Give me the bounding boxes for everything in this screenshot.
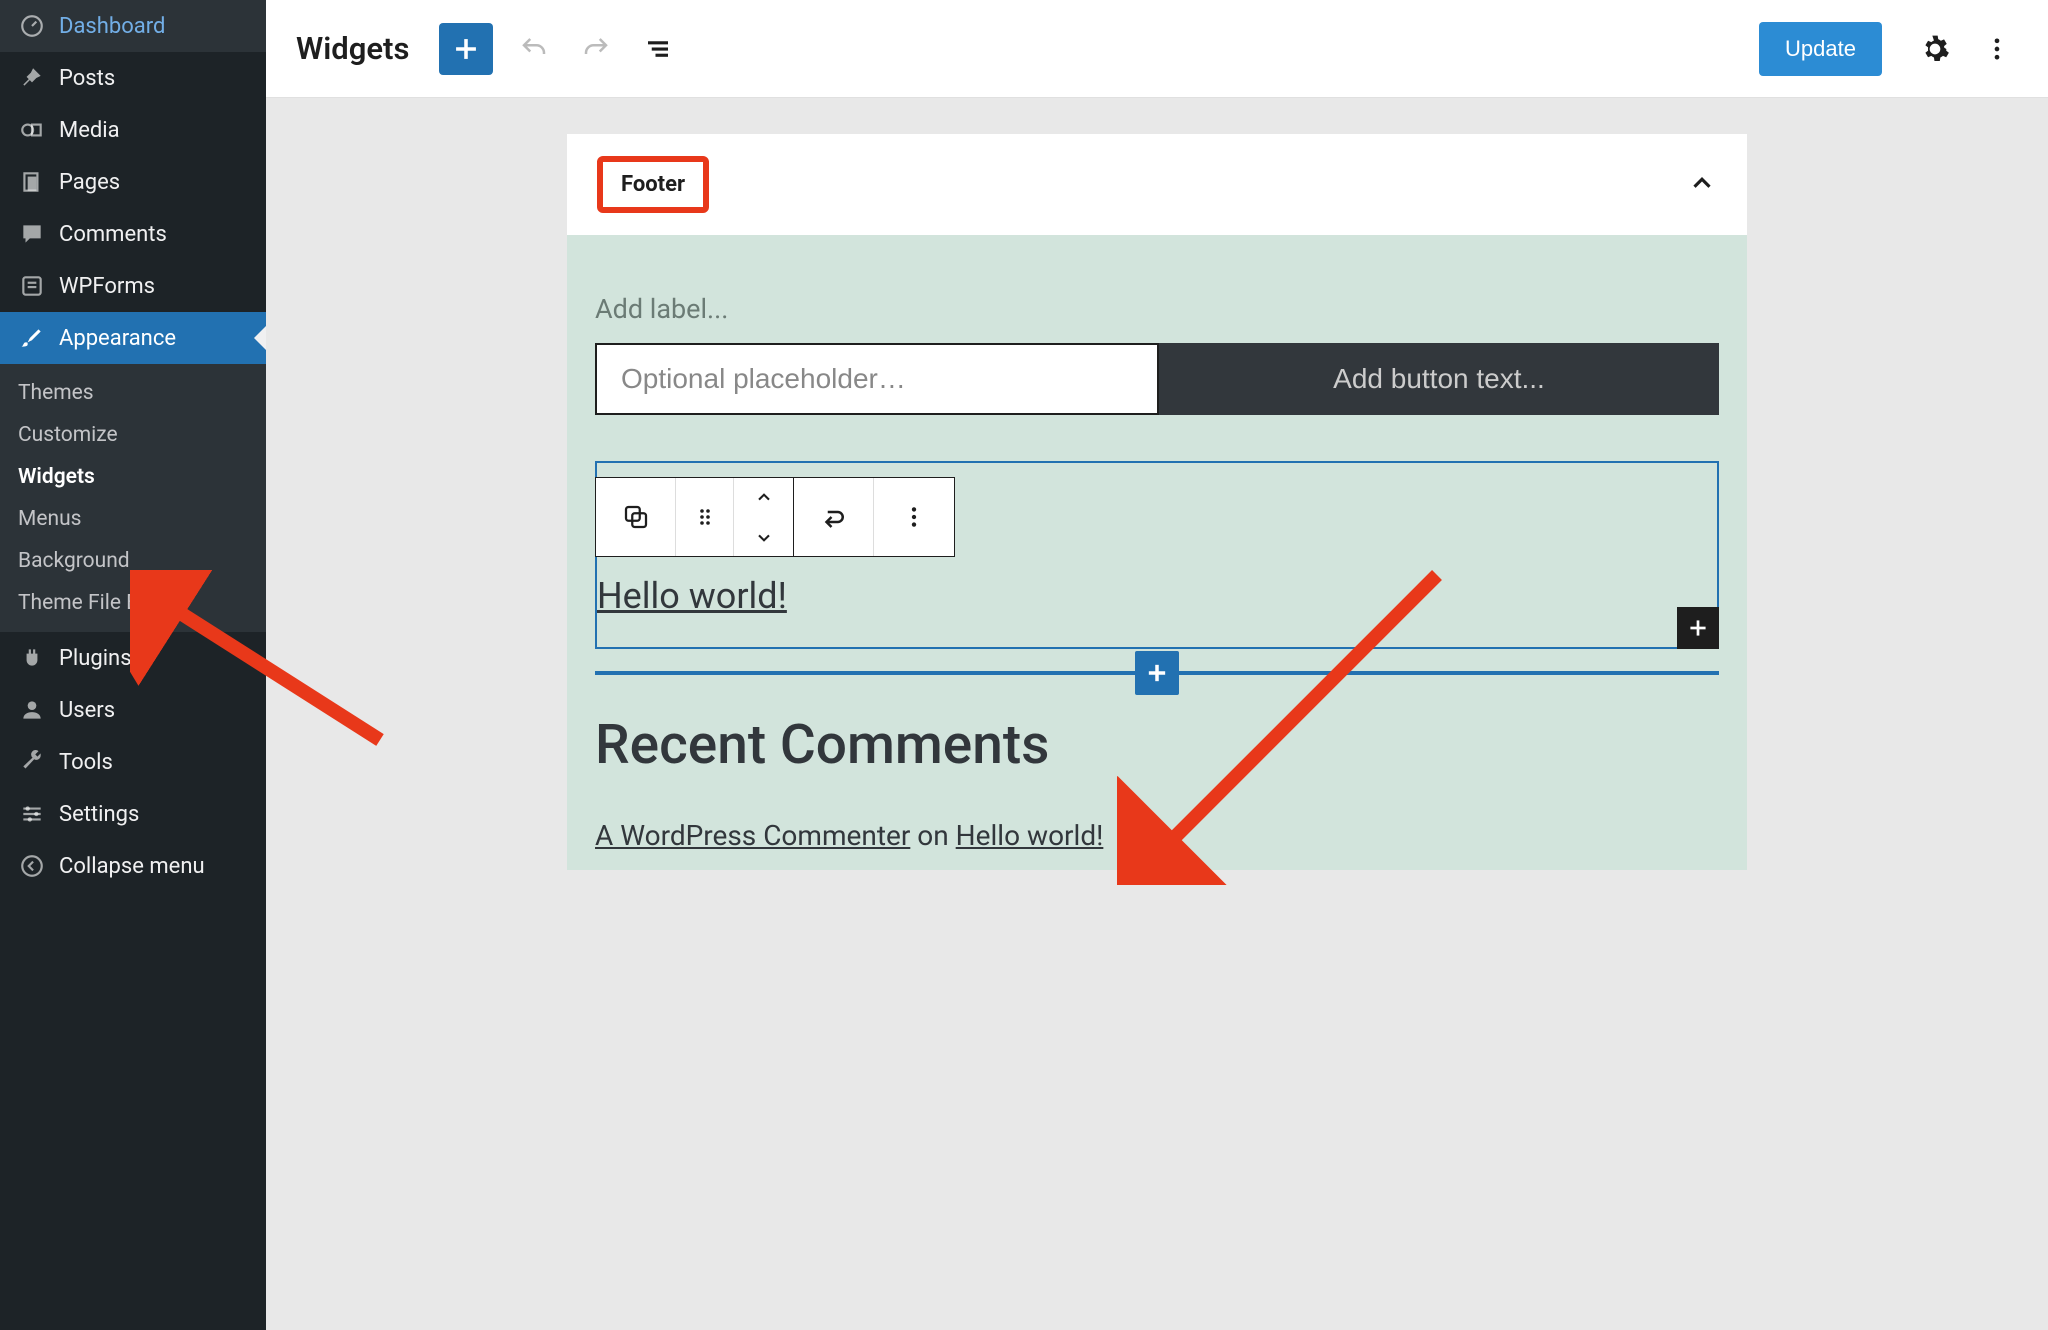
sidebar-item-label: Dashboard [59,14,165,39]
widget-area-body: Add label... Add button text... [567,235,1747,870]
settings-button[interactable] [1914,28,1956,70]
update-button[interactable]: Update [1759,22,1882,76]
editor-main: Widgets Update [266,0,2048,1330]
search-input[interactable] [595,343,1159,415]
comment-on-text: on [917,819,955,852]
editor-canvas: Footer Add label... Add button text... [266,98,2048,1330]
form-icon [18,272,46,300]
block-options-button[interactable] [874,478,954,556]
page-icon [18,168,46,196]
move-up-button[interactable] [734,478,793,517]
add-block-button[interactable] [439,23,493,75]
admin-sidebar: Dashboard Posts Media Pages Comments WPF… [0,0,266,1330]
recent-comments-block[interactable]: Recent Comments A WordPress Commenter on… [595,713,1719,852]
sidebar-item-collapse[interactable]: Collapse menu [0,840,266,892]
move-to-area-button[interactable] [794,478,874,556]
drag-handle-button[interactable] [676,478,734,556]
plug-icon [18,644,46,672]
sidebar-item-label: Posts [59,66,115,91]
sidebar-item-label: WPForms [59,274,155,299]
comment-post-link[interactable]: Hello world! [956,819,1104,852]
sidebar-item-tools[interactable]: Tools [0,736,266,788]
sidebar-item-label: Collapse menu [59,854,205,879]
sidebar-item-label: Pages [59,170,120,195]
sidebar-item-appearance[interactable]: Appearance [0,312,266,364]
subitem-themes[interactable]: Themes [0,372,266,414]
editor-topbar: Widgets Update [266,0,2048,98]
footer-highlight: Footer [597,156,709,213]
block-movers [734,478,794,556]
subitem-widgets[interactable]: Widgets [0,456,266,498]
recent-post-link[interactable]: Hello world! [597,575,787,617]
brush-icon [18,324,46,352]
list-view-button[interactable] [637,28,679,70]
subitem-menus[interactable]: Menus [0,498,266,540]
comment-author-link[interactable]: A WordPress Commenter [595,819,910,852]
sidebar-item-label: Users [59,698,115,723]
sidebar-item-label: Settings [59,802,139,827]
subitem-background[interactable]: Background [0,540,266,582]
more-options-button[interactable] [1976,28,2018,70]
add-label-placeholder[interactable]: Add label... [595,293,1719,325]
widget-area-title: Footer [621,172,685,197]
inline-inserter-button[interactable] [1135,651,1179,695]
media-icon [18,116,46,144]
sidebar-item-label: Comments [59,222,167,247]
sidebar-item-users[interactable]: Users [0,684,266,736]
move-down-button[interactable] [734,517,793,556]
sidebar-item-label: Plugins [59,646,132,671]
undo-button[interactable] [513,28,555,70]
block-inserter-line [595,671,1719,675]
sidebar-item-plugins[interactable]: Plugins [0,632,266,684]
collapse-chevron-icon[interactable] [1687,168,1717,202]
recent-comments-title: Recent Comments [595,713,1719,819]
subitem-theme-file-editor[interactable]: Theme File Editor [0,582,266,624]
widget-area-footer: Footer Add label... Add button text... [567,134,1747,870]
sliders-icon [18,800,46,828]
search-block: Add button text... [595,343,1719,415]
sidebar-item-media[interactable]: Media [0,104,266,156]
wrench-icon [18,748,46,776]
sidebar-item-wpforms[interactable]: WPForms [0,260,266,312]
appearance-submenu: Themes Customize Widgets Menus Backgroun… [0,364,266,632]
widget-area-header[interactable]: Footer [567,134,1747,235]
sidebar-item-label: Media [59,118,120,143]
search-button[interactable]: Add button text... [1159,343,1719,415]
page-title: Widgets [296,30,409,67]
dashboard-icon [18,12,46,40]
comment-icon [18,220,46,248]
sidebar-item-dashboard[interactable]: Dashboard [0,0,266,52]
block-appender-corner[interactable] [1677,607,1719,649]
sidebar-item-comments[interactable]: Comments [0,208,266,260]
subitem-customize[interactable]: Customize [0,414,266,456]
recent-comment-item: A WordPress Commenter on Hello world! [595,819,1719,852]
sidebar-item-label: Tools [59,750,113,775]
user-icon [18,696,46,724]
sidebar-item-settings[interactable]: Settings [0,788,266,840]
sidebar-item-label: Appearance [59,326,176,351]
block-toolbar [595,477,955,557]
pin-icon [18,64,46,92]
sidebar-item-posts[interactable]: Posts [0,52,266,104]
collapse-icon [18,852,46,880]
sidebar-item-pages[interactable]: Pages [0,156,266,208]
redo-button[interactable] [575,28,617,70]
block-type-button[interactable] [596,478,676,556]
